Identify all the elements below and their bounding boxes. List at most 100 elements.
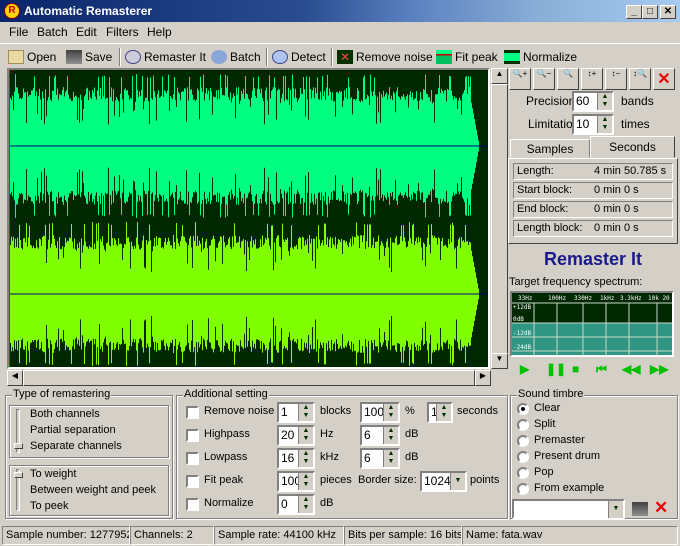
zoom-fit-vertical-icon[interactable]: ↕🔍	[629, 68, 651, 90]
percent-unit: %	[405, 405, 415, 417]
play-icon[interactable]: ▶	[520, 362, 529, 376]
spinner-arrows[interactable]: ▲ ▼	[597, 93, 612, 110]
spectrum-db-label: -12dB	[513, 330, 531, 337]
tab-seconds[interactable]: Seconds	[590, 136, 675, 158]
fit-peak-button[interactable]: Fit peak	[436, 48, 498, 66]
limitation-spinner[interactable]: 10 ▲ ▼	[572, 114, 614, 135]
radio-split[interactable]	[517, 419, 529, 431]
radio-clear[interactable]	[517, 403, 529, 415]
save-example-icon[interactable]	[632, 502, 648, 516]
zoom-in-horizontal-icon[interactable]: 🔍+	[509, 68, 531, 90]
label-premaster[interactable]: Premaster	[534, 434, 585, 446]
lowpass-checkbox[interactable]	[186, 452, 199, 465]
blocks-unit: blocks	[320, 405, 352, 417]
label-pop[interactable]: Pop	[534, 466, 554, 478]
minimize-button[interactable]: _	[626, 5, 642, 19]
tab-samples[interactable]: Samples	[510, 139, 590, 158]
remaster-it-large-button[interactable]: Remaster It	[508, 246, 678, 274]
border-size-dropdown[interactable]: 1024 ▼	[420, 471, 467, 492]
horizontal-scroll-thumb[interactable]	[23, 370, 475, 386]
zoom-out-horizontal-icon[interactable]: 🔍−	[533, 68, 555, 90]
scroll-down-button[interactable]: ▼	[491, 353, 508, 369]
lowpass-db-spinner[interactable]: 6 ▲ ▼	[360, 448, 400, 469]
highpass-label: Highpass	[204, 428, 250, 440]
rewind-icon[interactable]: ◀◀	[622, 362, 640, 376]
option-to-weight[interactable]: To weight	[30, 468, 76, 480]
batch-button[interactable]: Batch	[211, 48, 261, 66]
open-button[interactable]: Open	[8, 48, 56, 66]
fit-peak-checkbox[interactable]	[186, 475, 199, 488]
remove-noise-seconds-spinner[interactable]: 1 ▲ ▼	[427, 402, 453, 423]
rewind-start-icon[interactable]: ⏮	[596, 362, 607, 377]
close-button[interactable]: ✕	[660, 5, 676, 19]
spinner-arrows[interactable]: ▲ ▼	[597, 116, 612, 133]
example-dropdown[interactable]: ▼	[512, 499, 625, 519]
menu-edit[interactable]: Edit	[76, 25, 97, 39]
fast-forward-icon[interactable]: ▶▶	[650, 362, 668, 376]
menu-file[interactable]: File	[9, 25, 28, 39]
label-split[interactable]: Split	[534, 418, 555, 430]
detect-button[interactable]: Detect	[272, 48, 326, 66]
label-from-example[interactable]: From example	[534, 482, 604, 494]
option-both-channels[interactable]: Both channels	[30, 408, 100, 420]
radio-pop[interactable]	[517, 467, 529, 479]
points-unit: points	[470, 474, 500, 486]
maximize-button[interactable]: □	[642, 5, 658, 19]
label-present-drum[interactable]: Present drum	[534, 450, 600, 462]
menu-help[interactable]: Help	[147, 25, 172, 39]
normalize-button[interactable]: Normalize	[504, 48, 577, 66]
save-button[interactable]: Save	[66, 48, 112, 66]
weight-slider-thumb[interactable]	[14, 472, 23, 478]
fit-peak-pieces-spinner[interactable]: 100 ▲ ▼	[277, 471, 315, 492]
vertical-scroll-thumb[interactable]	[491, 84, 508, 354]
scroll-left-button[interactable]: ◀	[7, 370, 23, 386]
length-block-row: Length block: 0 min 0 s	[513, 220, 673, 237]
option-to-peek[interactable]: To peek	[30, 500, 69, 512]
remaster-it-button[interactable]: Remaster It	[125, 48, 206, 66]
horizontal-scrollbar[interactable]: ◀ ▶	[7, 370, 491, 386]
additional-setting-title: Additional setting	[183, 388, 269, 400]
remove-noise-checkbox[interactable]	[186, 406, 199, 419]
scroll-right-button[interactable]: ▶	[475, 370, 491, 386]
stop-icon[interactable]: ■	[572, 362, 579, 376]
zoom-fit-horizontal-icon[interactable]: 🔍	[557, 68, 579, 90]
end-block-row: End block: 0 min 0 s	[513, 201, 673, 218]
highpass-db-spinner[interactable]: 6 ▲ ▼	[360, 425, 400, 446]
menu-batch[interactable]: Batch	[37, 25, 68, 39]
channel-slider-thumb[interactable]	[14, 443, 23, 449]
lowpass-label: Lowpass	[204, 451, 248, 463]
zoom-in-vertical-icon[interactable]: ↕+	[581, 68, 603, 90]
spectrum-freq-label: 330Hz	[574, 295, 592, 302]
frequency-spectrum[interactable]: 33Hz 100Hz 330Hz 1kHz 3.3kHz 10k 20 +12dB 0dB -1…	[510, 291, 674, 357]
precision-spinner[interactable]: 60 ▲ ▼	[572, 91, 614, 112]
label-clear[interactable]: Clear	[534, 402, 560, 414]
pause-icon[interactable]: ❚❚	[546, 362, 566, 376]
radio-from-example[interactable]	[517, 483, 529, 495]
delete-example-icon[interactable]: ✕	[654, 498, 668, 518]
normalize-db-spinner[interactable]: 0 ▲ ▼	[277, 494, 315, 515]
type-of-remastering-title: Type of remastering	[12, 388, 112, 400]
hz-unit: Hz	[320, 428, 334, 440]
radio-premaster[interactable]	[517, 435, 529, 447]
remove-noise-blocks-spinner[interactable]: 1 ▲ ▼	[277, 402, 315, 423]
remove-noise-percent-spinner[interactable]: 100 ▲ ▼	[360, 402, 400, 423]
highpass-hz-spinner[interactable]: 20 ▲ ▼	[277, 425, 315, 446]
normalize-checkbox[interactable]	[186, 498, 199, 511]
option-between-weight-and-peek[interactable]: Between weight and peek	[30, 484, 156, 496]
scroll-up-button[interactable]: ▲	[491, 68, 508, 84]
waveform-display[interactable]	[7, 68, 490, 369]
radio-present-drum[interactable]	[517, 451, 529, 463]
title-bar: R Automatic Remasterer _ □ ✕	[0, 0, 680, 22]
lowpass-khz-spinner[interactable]: 16 ▲ ▼	[277, 448, 315, 469]
option-separate-channels[interactable]: Separate channels	[30, 440, 122, 452]
highpass-checkbox[interactable]	[186, 429, 199, 442]
vertical-scrollbar[interactable]: ▲ ▼	[491, 68, 508, 369]
menu-filters[interactable]: Filters	[106, 25, 139, 39]
channel-slider-box: Both channels Partial separation Separat…	[9, 405, 169, 458]
delete-icon[interactable]: ✕	[653, 68, 675, 90]
option-partial-separation[interactable]: Partial separation	[30, 424, 116, 436]
spectrum-fill	[512, 323, 672, 355]
additional-setting-group: Additional setting Remove noise 1 ▲ ▼ bloc…	[176, 388, 508, 519]
zoom-out-vertical-icon[interactable]: ↕−	[605, 68, 627, 90]
remove-noise-button[interactable]: ✕ Remove noise	[337, 48, 433, 66]
